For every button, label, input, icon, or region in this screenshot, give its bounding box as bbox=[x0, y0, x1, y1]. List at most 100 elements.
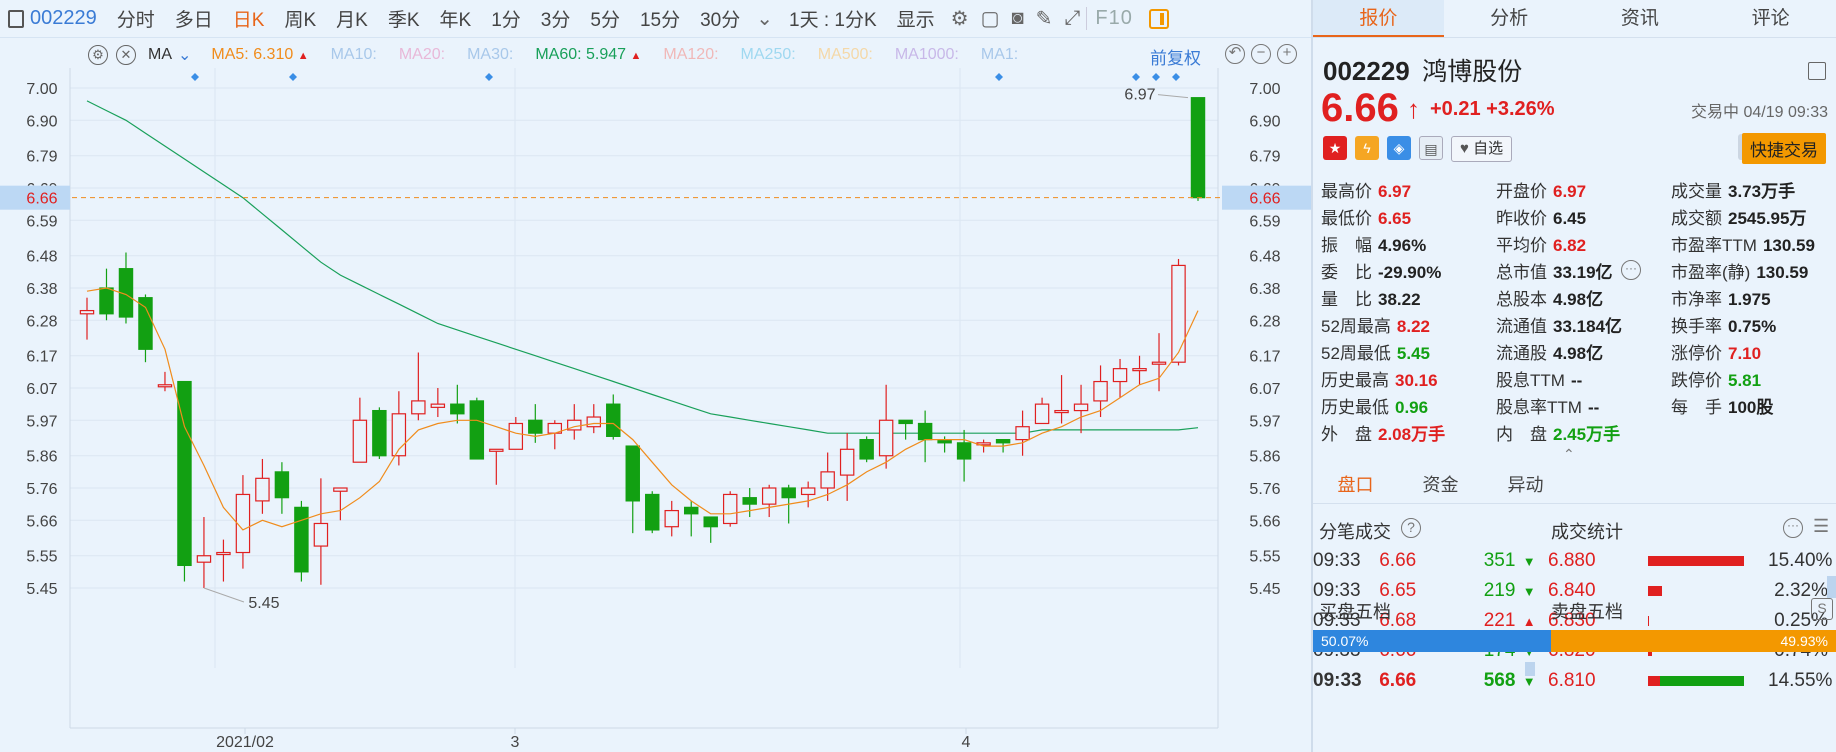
tab-2[interactable]: 资讯 bbox=[1575, 0, 1706, 37]
frame-icon[interactable]: ▢ bbox=[975, 6, 1006, 31]
period-4[interactable]: 月K bbox=[326, 5, 378, 32]
stat-value: 130.59 bbox=[1762, 236, 1815, 255]
trades-scrollbar[interactable] bbox=[1525, 662, 1535, 676]
stat-value: 6.97 bbox=[1553, 182, 1587, 201]
interval-select[interactable]: 1天 : 1分K bbox=[779, 5, 887, 32]
stat-value: 6.97 bbox=[1378, 182, 1412, 201]
stat-cell: 最低价 6.65 bbox=[1321, 204, 1496, 229]
period-7[interactable]: 1分 bbox=[481, 5, 531, 32]
ma-label[interactable]: MA bbox=[148, 46, 172, 64]
ma30-label: MA30: bbox=[467, 46, 514, 63]
y-tick-right: 5.76 bbox=[1249, 481, 1280, 498]
chevron-down-icon[interactable]: ⌄ bbox=[750, 6, 779, 31]
candle-body bbox=[1132, 368, 1147, 372]
small-s-icon[interactable]: S bbox=[1811, 598, 1833, 620]
stat-label: 流通股 bbox=[1496, 344, 1547, 363]
stat-value: 0.75% bbox=[1728, 317, 1777, 336]
list-icon[interactable]: ☰ bbox=[1813, 516, 1829, 537]
collapse-chevron-icon[interactable]: ⌃ bbox=[1563, 446, 1575, 463]
period-6[interactable]: 年K bbox=[430, 5, 482, 32]
stat-cell: 总股本 4.98亿 bbox=[1496, 285, 1671, 310]
stat-value: 8.22 bbox=[1396, 317, 1431, 336]
price-change: +0.21 +3.26% bbox=[1430, 98, 1555, 120]
y-tick-right: 6.90 bbox=[1249, 113, 1280, 130]
subtab-0[interactable]: 盘口 bbox=[1313, 466, 1398, 503]
period-0[interactable]: 分时 bbox=[107, 5, 165, 32]
panel-toggle-icon[interactable] bbox=[1148, 8, 1169, 29]
stat-value: 4.98亿 bbox=[1553, 290, 1604, 309]
stat-cell: 市盈率TTM 130.59 bbox=[1671, 231, 1831, 256]
bid-ratio-bar: 50.07% bbox=[1313, 630, 1551, 652]
stat-row: 量 比 38.22 总股本 4.98亿 市净率 1.975 bbox=[1321, 284, 1831, 311]
quick-trade-button[interactable]: 快捷交易 bbox=[1742, 133, 1826, 164]
y-tick-left: 6.48 bbox=[26, 249, 57, 266]
period-5[interactable]: 季K bbox=[378, 5, 430, 32]
help-icon[interactable]: ? bbox=[1401, 518, 1421, 538]
candle-body bbox=[1015, 426, 1030, 441]
camera-icon[interactable]: ◙ bbox=[1006, 7, 1030, 30]
y-tick-left: 5.86 bbox=[26, 449, 57, 466]
period-1[interactable]: 多日 bbox=[165, 5, 223, 32]
candlestick-chart[interactable]: 7.007.006.906.906.796.796.696.696.596.59… bbox=[0, 68, 1311, 752]
stat-cell: 成交量 3.73万手 bbox=[1671, 177, 1831, 202]
cj-row: 6.810 14.55% bbox=[1548, 666, 1836, 696]
ma-dropdown-icon[interactable]: ⌄ bbox=[178, 45, 191, 65]
subtab-2[interactable]: 异动 bbox=[1483, 466, 1568, 503]
candle-body bbox=[528, 419, 543, 434]
zoom-in-icon[interactable]: + bbox=[1277, 44, 1297, 64]
settings-icon[interactable]: ⚙ bbox=[945, 6, 975, 31]
high-label: 6.97 bbox=[1124, 87, 1155, 104]
candle-body bbox=[664, 509, 679, 528]
lightning-icon[interactable]: ϟ bbox=[1355, 136, 1379, 160]
more-icon[interactable]: ··· bbox=[1621, 260, 1641, 280]
detail-area: 分笔成交 ? 成交统计 ··· ☰ 09:33 6.66 351 ▼ 09:33 … bbox=[1313, 506, 1836, 752]
layout-icon[interactable] bbox=[1808, 62, 1826, 80]
bookmark-icon[interactable]: ▤ bbox=[1419, 136, 1443, 160]
sidebar-toggle-icon[interactable] bbox=[8, 9, 24, 28]
china-flag-icon[interactable]: ★ bbox=[1323, 136, 1347, 160]
cj-scrollbar[interactable] bbox=[1827, 576, 1836, 598]
stat-value: 1.975 bbox=[1728, 290, 1771, 309]
tag-icon[interactable]: ◈ bbox=[1387, 136, 1411, 160]
candle-body bbox=[430, 403, 446, 408]
draw-pencil-icon[interactable]: ✎ bbox=[1030, 6, 1059, 31]
trade-row: 09:33 6.66 568 ▼ bbox=[1313, 666, 1543, 696]
tab-1[interactable]: 分析 bbox=[1444, 0, 1575, 37]
zoom-out-icon[interactable]: − bbox=[1251, 44, 1271, 64]
stat-row: 52周最低 5.45 流通股 4.98亿 涨停价 7.10 bbox=[1321, 338, 1831, 365]
watchlist-button[interactable]: ♥ 自选 bbox=[1451, 136, 1513, 162]
current-price-label-left: 6.66 bbox=[26, 191, 57, 208]
period-9[interactable]: 5分 bbox=[580, 5, 630, 32]
stat-row: 历史最低 0.96 股息率TTM -- 每 手 100股 bbox=[1321, 392, 1831, 419]
display-select[interactable]: 显示 bbox=[887, 5, 945, 32]
stat-label: 52周最高 bbox=[1321, 317, 1391, 336]
period-3[interactable]: 周K bbox=[274, 5, 326, 32]
reset-icon[interactable]: ↶ bbox=[1225, 44, 1245, 64]
stat-cell: 量 比 38.22 bbox=[1321, 285, 1496, 310]
stat-value: 5.81 bbox=[1728, 371, 1762, 390]
stat-value: 2.45万手 bbox=[1553, 425, 1621, 444]
period-10[interactable]: 15分 bbox=[630, 5, 690, 32]
more-options-icon[interactable]: ··· bbox=[1783, 518, 1803, 538]
candle-body bbox=[625, 445, 640, 502]
y-tick-left: 5.45 bbox=[26, 581, 57, 598]
stat-label: 历史最高 bbox=[1321, 371, 1389, 390]
subtab-1[interactable]: 资金 bbox=[1398, 466, 1483, 503]
tab-3[interactable]: 评论 bbox=[1705, 0, 1836, 37]
ma-settings-icon[interactable]: ⚙ bbox=[88, 45, 108, 65]
adjust-mode-button[interactable]: 前复权 bbox=[1150, 44, 1201, 69]
stat-cell: 成交额 2545.95万 bbox=[1671, 204, 1831, 229]
stock-code[interactable]: 002229 bbox=[24, 7, 107, 30]
candle-body bbox=[79, 309, 95, 315]
heart-icon: ♥ bbox=[1460, 140, 1469, 157]
f10-button[interactable]: F10 bbox=[1086, 7, 1140, 30]
y-tick-right: 6.17 bbox=[1249, 349, 1280, 366]
y-tick-left: 6.38 bbox=[26, 281, 57, 298]
tab-0[interactable]: 报价 bbox=[1313, 0, 1444, 37]
period-11[interactable]: 30分 bbox=[690, 5, 750, 32]
ma-close-icon[interactable]: ✕ bbox=[116, 45, 136, 65]
period-2[interactable]: 日K bbox=[223, 5, 275, 32]
period-8[interactable]: 3分 bbox=[531, 5, 581, 32]
stat-cell: 开盘价 6.97 bbox=[1496, 177, 1671, 202]
fullscreen-icon[interactable]: ⤢ bbox=[1058, 7, 1086, 30]
